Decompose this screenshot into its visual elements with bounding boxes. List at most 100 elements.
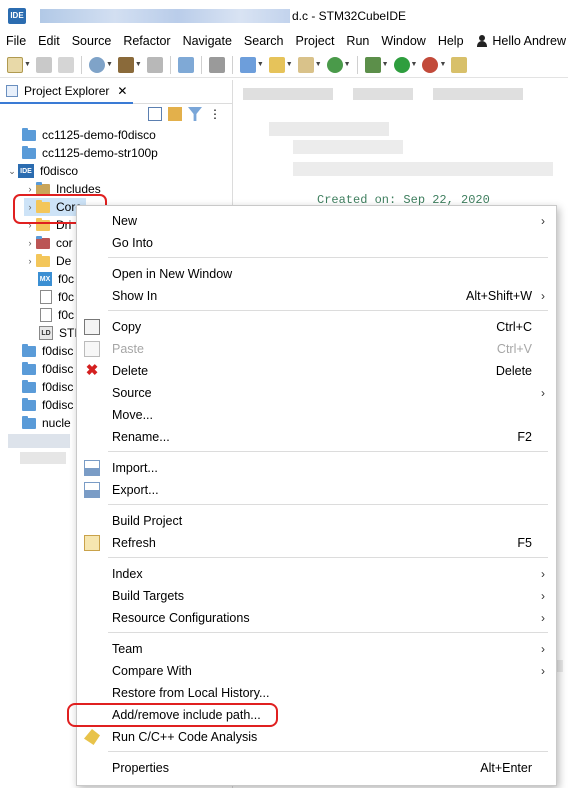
redacted-title bbox=[40, 8, 290, 23]
tree-item[interactable]: LD STI bbox=[39, 324, 78, 342]
menu-file[interactable]: File bbox=[0, 34, 32, 48]
tree-item[interactable]: f0c bbox=[40, 306, 74, 324]
delete-icon: ✖ bbox=[85, 362, 99, 379]
redacted-code bbox=[269, 122, 389, 136]
menu-edit[interactable]: Edit bbox=[32, 34, 66, 48]
chevron-right-icon[interactable]: › bbox=[24, 184, 36, 194]
menu-source[interactable]: Source bbox=[66, 34, 118, 48]
view-menu-icon[interactable]: ⋮ bbox=[208, 107, 222, 121]
tree-item[interactable]: f0c bbox=[40, 288, 74, 306]
tree-item[interactable]: › cor bbox=[24, 234, 73, 252]
menu-help[interactable]: Help bbox=[432, 34, 470, 48]
redacted-editor-tab bbox=[353, 88, 413, 100]
chevron-right-icon[interactable]: › bbox=[24, 256, 36, 266]
redacted-code bbox=[293, 140, 403, 154]
chevron-right-icon: › bbox=[541, 567, 545, 581]
code-analysis-icon bbox=[84, 729, 100, 745]
menu-item-import[interactable]: Import... bbox=[77, 457, 556, 479]
context-menu: New › Go Into Open in New Window Show In A… bbox=[76, 205, 557, 786]
file-icon bbox=[40, 308, 52, 322]
folder-icon bbox=[36, 253, 50, 267]
external-tools-icon[interactable] bbox=[422, 56, 439, 73]
debug-bug-icon[interactable] bbox=[364, 56, 381, 73]
mx-file-icon: MX bbox=[38, 272, 52, 286]
menu-item-resource-configurations[interactable]: Resource Configurations › bbox=[77, 607, 556, 629]
user-account[interactable]: Hello Andrew bbox=[476, 34, 568, 48]
menu-item-restore-from-local-history[interactable]: Restore from Local History... bbox=[77, 682, 556, 704]
folder-icon bbox=[22, 397, 36, 411]
menu-item-open-in-new-window[interactable]: Open in New Window bbox=[77, 263, 556, 285]
chevron-right-icon: › bbox=[541, 214, 545, 228]
save-all-icon[interactable] bbox=[57, 56, 74, 73]
menu-item-index[interactable]: Index › bbox=[77, 563, 556, 585]
menu-item-export[interactable]: Export... bbox=[77, 479, 556, 501]
menu-item-move[interactable]: Move... bbox=[77, 404, 556, 426]
chevron-right-icon: › bbox=[541, 289, 545, 303]
menu-item-paste[interactable]: Paste Ctrl+V bbox=[77, 338, 556, 360]
close-icon[interactable]: ✕ bbox=[117, 84, 127, 98]
tree-item[interactable]: cc1125-demo-f0disco bbox=[22, 126, 156, 144]
tree-item[interactable]: cc1125-demo-str100p bbox=[22, 144, 158, 162]
perspective-icon[interactable] bbox=[451, 56, 468, 73]
tree-item[interactable]: f0disc bbox=[22, 360, 73, 378]
menu-project[interactable]: Project bbox=[290, 34, 341, 48]
chevron-right-icon: › bbox=[541, 664, 545, 678]
title-bar: IDE d.c - STM32CubeIDE bbox=[0, 0, 568, 31]
new-folder-icon[interactable] bbox=[268, 56, 285, 73]
menu-item-rename[interactable]: Rename... F2 bbox=[77, 426, 556, 448]
menu-item-refresh[interactable]: Refresh F5 bbox=[77, 532, 556, 554]
copy-icon bbox=[84, 319, 100, 335]
menu-window[interactable]: Window bbox=[375, 34, 431, 48]
save-icon[interactable] bbox=[35, 56, 52, 73]
menu-item-source[interactable]: Source › bbox=[77, 382, 556, 404]
tab-project-explorer[interactable]: Project Explorer ✕ bbox=[0, 80, 134, 104]
menu-run[interactable]: Run bbox=[340, 34, 375, 48]
menu-item-team[interactable]: Team › bbox=[77, 638, 556, 660]
menu-item-build-targets[interactable]: Build Targets › bbox=[77, 585, 556, 607]
menu-search[interactable]: Search bbox=[238, 34, 290, 48]
tree-item[interactable]: f0disc bbox=[22, 396, 73, 414]
menu-item-compare-with[interactable]: Compare With › bbox=[77, 660, 556, 682]
new-file-icon[interactable] bbox=[297, 56, 314, 73]
tree-item[interactable]: f0disc bbox=[22, 342, 73, 360]
redacted-code bbox=[293, 162, 553, 176]
linker-script-icon: LD bbox=[39, 326, 53, 340]
chevron-right-icon[interactable]: › bbox=[24, 238, 36, 248]
tree-item[interactable]: f0disc bbox=[22, 378, 73, 396]
settings-icon[interactable] bbox=[88, 56, 105, 73]
import-icon bbox=[84, 460, 100, 476]
chevron-down-icon[interactable]: ⌄ bbox=[6, 166, 18, 177]
menu-item-properties[interactable]: Properties Alt+Enter bbox=[77, 757, 556, 779]
tree-item[interactable]: MX f0c bbox=[38, 270, 74, 288]
menu-item-copy[interactable]: Copy Ctrl+C bbox=[77, 316, 556, 338]
link-editor-icon[interactable] bbox=[168, 107, 182, 121]
refresh-sync-icon[interactable] bbox=[326, 56, 343, 73]
collapse-all-icon[interactable] bbox=[148, 107, 162, 121]
tree-item[interactable]: ⌄ IDE f0disco bbox=[6, 162, 78, 180]
include-path-highlight-annotation bbox=[67, 703, 278, 727]
menu-item-show-in[interactable]: Show In Alt+Shift+W › bbox=[77, 285, 556, 307]
binary-icon[interactable] bbox=[146, 56, 163, 73]
tree-item[interactable]: › De bbox=[24, 252, 71, 270]
tree-item[interactable]: nucle bbox=[22, 414, 71, 432]
ide-project-icon: IDE bbox=[18, 164, 34, 178]
filter-icon[interactable] bbox=[188, 107, 202, 121]
menu-item-go-into[interactable]: Go Into bbox=[77, 232, 556, 254]
menu-item-delete[interactable]: ✖ Delete Delete bbox=[77, 360, 556, 382]
run-icon[interactable] bbox=[393, 56, 410, 73]
app-logo-icon: IDE bbox=[8, 7, 26, 24]
folder-icon bbox=[22, 361, 36, 375]
menu-item-new[interactable]: New › bbox=[77, 210, 556, 232]
new-icon[interactable] bbox=[7, 56, 23, 73]
menu-navigate[interactable]: Navigate bbox=[177, 34, 238, 48]
menu-item-run-code-analysis[interactable]: Run C/C++ Code Analysis bbox=[77, 726, 556, 748]
menu-bar: File Edit Source Refactor Navigate Searc… bbox=[0, 31, 568, 51]
debug-config-icon[interactable] bbox=[177, 56, 194, 73]
menu-refactor[interactable]: Refactor bbox=[117, 34, 176, 48]
redacted-editor-tab bbox=[433, 88, 523, 100]
menu-item-build-project[interactable]: Build Project bbox=[77, 510, 556, 532]
device-icon[interactable] bbox=[208, 56, 225, 73]
user-icon bbox=[476, 35, 488, 47]
new-c-project-icon[interactable] bbox=[239, 56, 256, 73]
build-hammer-icon[interactable] bbox=[117, 56, 134, 73]
